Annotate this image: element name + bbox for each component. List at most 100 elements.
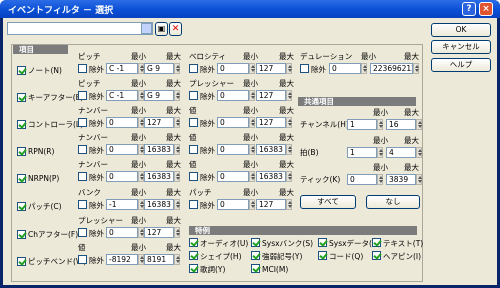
max-field[interactable]: G 9 [144,63,174,74]
spin-control[interactable] [249,117,255,128]
row-checkbox[interactable] [17,66,26,75]
spin-control[interactable] [174,227,180,238]
help-title-button[interactable]: ? [462,2,476,16]
row-checkbox[interactable] [17,93,26,102]
exclude-checkbox[interactable] [78,255,87,264]
exclude-checkbox[interactable] [189,145,198,154]
exclude-checkbox[interactable] [78,145,87,154]
spin-control[interactable] [286,144,292,155]
special-checkbox[interactable] [318,238,327,247]
max-field[interactable]: 16383 [256,171,286,182]
special-checkbox[interactable] [189,264,198,273]
spin-control[interactable] [249,63,255,74]
exclude-checkbox[interactable] [78,118,87,127]
min-field[interactable]: C -1 [106,63,138,74]
spin-control[interactable] [416,147,422,158]
special-checkbox[interactable] [251,238,260,247]
max-field[interactable]: 127 [256,117,286,128]
spin-control[interactable] [286,90,292,101]
spin-control[interactable] [249,171,255,182]
max-field[interactable]: 127 [256,90,286,101]
spin-control[interactable] [286,171,292,182]
dropdown-arrow-icon[interactable] [141,23,152,34]
row-checkbox[interactable] [17,147,26,156]
exclude-checkbox[interactable] [189,172,198,181]
min-field[interactable]: 0 [106,171,138,182]
spin-control[interactable] [286,199,292,210]
exclude-checkbox[interactable] [189,91,198,100]
row-checkbox[interactable] [17,202,26,211]
exclude-checkbox[interactable] [78,172,87,181]
exclude-checkbox[interactable] [78,64,87,73]
min-field[interactable]: C -1 [106,90,138,101]
min-field[interactable]: 0 [217,171,249,182]
special-checkbox[interactable] [189,251,198,260]
max-field[interactable]: 127 [144,227,174,238]
min-field[interactable]: 0 [217,117,249,128]
preset-combo[interactable] [7,22,153,35]
min-field[interactable]: -1 [106,199,138,210]
close-button[interactable]: × [479,2,493,16]
min-field[interactable]: 0 [347,174,377,185]
spin-control[interactable] [361,63,367,74]
spin-control[interactable] [174,171,180,182]
max-field[interactable]: 16383 [144,171,174,182]
min-field[interactable]: 1 [347,119,377,130]
help-button[interactable]: ヘルプ [431,58,491,72]
min-field[interactable]: 1 [347,147,377,158]
spin-control[interactable] [174,117,180,128]
select-all-button[interactable]: すべて [300,195,356,209]
row-checkbox[interactable] [17,120,26,129]
special-checkbox[interactable] [251,251,260,260]
exclude-checkbox[interactable] [78,200,87,209]
spin-control[interactable] [249,199,255,210]
cancel-button[interactable]: キャンセル [431,40,491,54]
max-field[interactable]: 3839 [386,174,416,185]
min-field[interactable]: 0 [106,117,138,128]
max-field[interactable]: 127 [256,63,286,74]
spin-control[interactable] [377,147,383,158]
special-checkbox[interactable] [189,238,198,247]
save-icon[interactable]: ▣ [155,22,168,36]
ok-button[interactable]: OK [431,23,491,37]
row-checkbox[interactable] [17,257,26,266]
exclude-checkbox[interactable] [189,118,198,127]
exclude-checkbox[interactable] [189,64,198,73]
min-field[interactable]: 0 [106,144,138,155]
spin-control[interactable] [286,117,292,128]
row-checkbox[interactable] [17,174,26,183]
max-field[interactable]: 16383 [144,199,174,210]
min-field[interactable]: 0 [217,90,249,101]
delete-icon[interactable]: ✕ [169,22,182,36]
spin-control[interactable] [377,119,383,130]
max-field[interactable]: 8191 [144,254,174,265]
max-field[interactable]: 4 [386,147,416,158]
row-checkbox[interactable] [17,230,26,239]
max-field[interactable]: 16383 [256,144,286,155]
min-field[interactable]: 0 [217,63,249,74]
select-none-button[interactable]: なし [366,195,420,209]
special-checkbox[interactable] [318,251,327,260]
max-field[interactable]: 223696212 [370,63,413,74]
exclude-checkbox[interactable] [78,91,87,100]
spin-control[interactable] [286,63,292,74]
max-field[interactable]: 16383 [144,144,174,155]
spin-control[interactable] [416,119,422,130]
exclude-checkbox[interactable] [78,228,87,237]
min-field[interactable]: 0 [217,199,249,210]
min-field[interactable]: 0 [329,63,361,74]
special-checkbox[interactable] [251,264,260,273]
spin-control[interactable] [174,63,180,74]
max-field[interactable]: G 9 [144,90,174,101]
spin-control[interactable] [249,90,255,101]
max-field[interactable]: 127 [144,117,174,128]
special-checkbox[interactable] [372,251,381,260]
special-checkbox[interactable] [372,238,381,247]
spin-control[interactable] [416,174,422,185]
exclude-checkbox[interactable] [189,200,198,209]
min-field[interactable]: -8192 [106,254,138,265]
spin-control[interactable] [377,174,383,185]
max-field[interactable]: 16 [386,119,416,130]
spin-control[interactable] [174,199,180,210]
min-field[interactable]: 0 [106,227,138,238]
